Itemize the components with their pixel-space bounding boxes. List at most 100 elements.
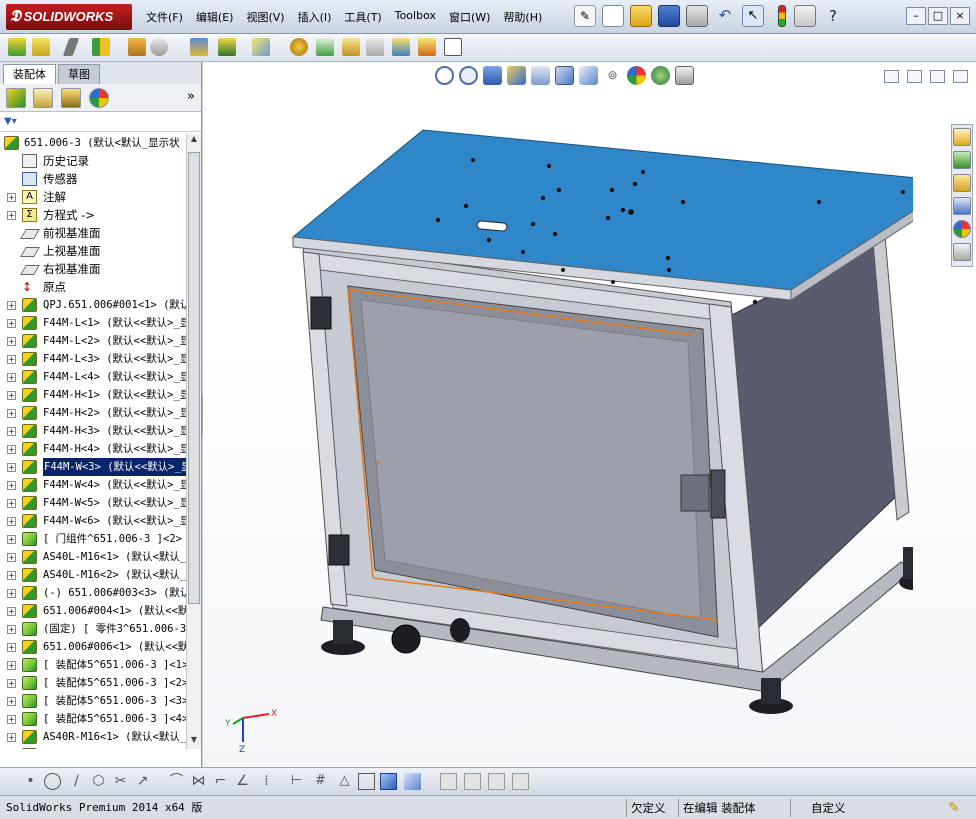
help-icon[interactable]: ? [822,5,844,27]
scroll-down-arrow[interactable]: ▼ [188,735,200,749]
panel-expand-button[interactable]: » [187,89,195,104]
menu-edit[interactable]: 编辑(E) [196,9,234,25]
tree-item-selected[interactable]: + F44M-W<3> (默认<<默认>_显 [0,457,186,477]
tree-item[interactable]: + F44M-H<3> (默认<<默认>_显 [0,422,186,440]
bill-of-materials-icon[interactable] [316,38,334,56]
scroll-thumb[interactable] [188,152,200,604]
interference-detection-icon[interactable] [392,38,410,56]
fillet-icon[interactable]: ⌐ [212,773,229,790]
scroll-up-arrow[interactable]: ▲ [188,134,200,148]
traffic-light-icon[interactable] [778,5,786,27]
open-folder-icon[interactable] [630,5,652,27]
expand-toggle-icon[interactable]: + [7,445,16,454]
menu-help[interactable]: 帮助(H) [503,9,542,25]
expand-toggle-icon[interactable]: + [7,517,16,526]
smart-fasteners-icon[interactable] [128,38,146,56]
tab-assembly[interactable]: 装配体 [3,64,56,84]
menu-toolbox[interactable]: Toolbox [395,9,436,25]
expand-toggle-icon[interactable]: + [7,715,16,724]
hole-alignment-icon[interactable] [444,38,462,56]
tree-item[interactable]: + [ 门组件^651.006-3 ]<2> [0,530,186,548]
edit-appearance-icon[interactable] [627,66,646,85]
menu-tools[interactable]: 工具(T) [344,9,381,25]
clearance-verification-icon[interactable] [418,38,436,56]
tree-item[interactable]: + QPJ.651.006#001<1> (默认< [0,296,186,314]
close-button[interactable]: × [950,7,970,25]
exploded-view-icon[interactable] [342,38,360,56]
rebuild-status-icon[interactable]: ✎ [948,799,960,817]
tree-item[interactable]: + F44M-L<4> (默认<<默认>_显 [0,368,186,386]
expand-toggle-icon[interactable]: + [7,625,16,634]
expand-toggle-icon[interactable]: + [7,697,16,706]
tree-item[interactable]: +AS40R-M16<2> (默认<默认_ [0,746,186,749]
tree-item[interactable]: ↕ 原点 [0,278,186,296]
move-component-icon[interactable] [150,38,168,56]
explode-line-sketch-icon[interactable] [366,38,384,56]
undo-icon[interactable]: ↶ [714,5,736,27]
menu-insert[interactable]: 插入(I) [298,9,332,25]
section-icon[interactable] [440,773,457,790]
expand-toggle-icon[interactable]: + [7,427,16,436]
polygon-icon[interactable]: ⬡ [90,773,107,790]
trim-icon[interactable]: ✂ [112,773,129,790]
expand-toggle-icon[interactable]: + [7,733,16,742]
new-document-icon[interactable] [602,5,624,27]
expand-toggle-icon[interactable]: + [7,391,16,400]
display-manager-icon[interactable] [89,88,109,108]
tree-filter[interactable]: ▼▾ [0,112,201,132]
reference-geometry-icon[interactable] [252,38,270,56]
design-library-icon[interactable] [953,151,971,169]
expand-toggle-icon[interactable]: + [7,679,16,688]
expand-toggle-icon[interactable]: + [7,553,16,562]
construction-icon[interactable]: ⁞ [258,773,275,790]
restore-button[interactable]: □ [928,7,948,25]
tree-item[interactable]: +651.006#004<1> (默认<<默 [0,602,186,620]
table-grid-icon[interactable] [512,773,529,790]
assembly-features-icon[interactable] [218,38,236,56]
tree-item[interactable]: 历史记录 [0,152,186,170]
view-orientation-icon[interactable] [555,66,574,85]
tree-item[interactable]: + F44M-H<4> (默认<<默认>_显 [0,440,186,458]
expand-toggle-icon[interactable]: + [7,499,16,508]
viewport-tile-icon[interactable] [884,70,899,83]
expand-toggle-icon[interactable]: + [7,535,16,544]
tree-item[interactable]: 前视基准面 [0,224,186,242]
offset-icon[interactable]: ⌒ [168,773,185,790]
expand-toggle-icon[interactable]: + [7,589,16,598]
tree-item[interactable]: + F44M-W<5> (默认<<默认>_显 [0,494,186,512]
section-view-icon[interactable] [507,66,526,85]
table-icon[interactable] [488,773,505,790]
expand-toggle-icon[interactable]: + [7,481,16,490]
display-cube-icon[interactable] [404,773,421,790]
extend-icon[interactable]: ↗ [134,773,151,790]
point-icon[interactable]: • [22,773,39,790]
custom-properties-icon[interactable] [953,243,971,261]
previous-view-icon[interactable] [483,66,502,85]
tree-item[interactable]: + AS40L-M16<2> (默认<默认_ [0,566,186,584]
tree-item[interactable]: + F44M-L<1> (默认<<默认>_显 [0,314,186,332]
apply-scene-icon[interactable] [651,66,670,85]
tree-item[interactable]: + F44M-L<3> (默认<<默认>_显 [0,350,186,368]
dynamic-annotation-icon[interactable] [531,66,550,85]
shaded-cube-icon[interactable] [380,773,397,790]
save-icon[interactable] [658,5,680,27]
expand-toggle-icon[interactable]: + [7,355,16,364]
tree-item[interactable]: + Σ 方程式 -> [0,206,186,224]
tree-item[interactable]: +651.006#006<1> (默认<<默 [0,638,186,656]
view-palette-icon[interactable] [953,197,971,215]
select-cursor-icon[interactable]: ↖ [742,5,764,27]
tree-item[interactable]: + [ 装配体5^651.006-3 ]<3> [0,692,186,710]
tree-scrollbar[interactable]: ▲ ▼ [186,134,201,749]
mate-icon[interactable] [62,38,80,56]
solidworks-logo[interactable]: 𝕯 SOLIDWORKS [6,4,132,30]
expand-toggle-icon[interactable]: + [7,319,16,328]
viewport-split-icon[interactable] [907,70,922,83]
new-motion-study-icon[interactable] [290,38,308,56]
print-icon[interactable] [686,5,708,27]
menu-file[interactable]: 文件(F) [146,9,183,25]
options-icon[interactable] [794,5,816,27]
appearances-scenes-icon[interactable] [953,220,971,238]
expand-toggle-icon[interactable]: + [7,373,16,382]
graphics-area[interactable]: ⊚ + X Z Y [203,62,976,767]
dimension-icon[interactable]: ⊢ [288,773,305,790]
